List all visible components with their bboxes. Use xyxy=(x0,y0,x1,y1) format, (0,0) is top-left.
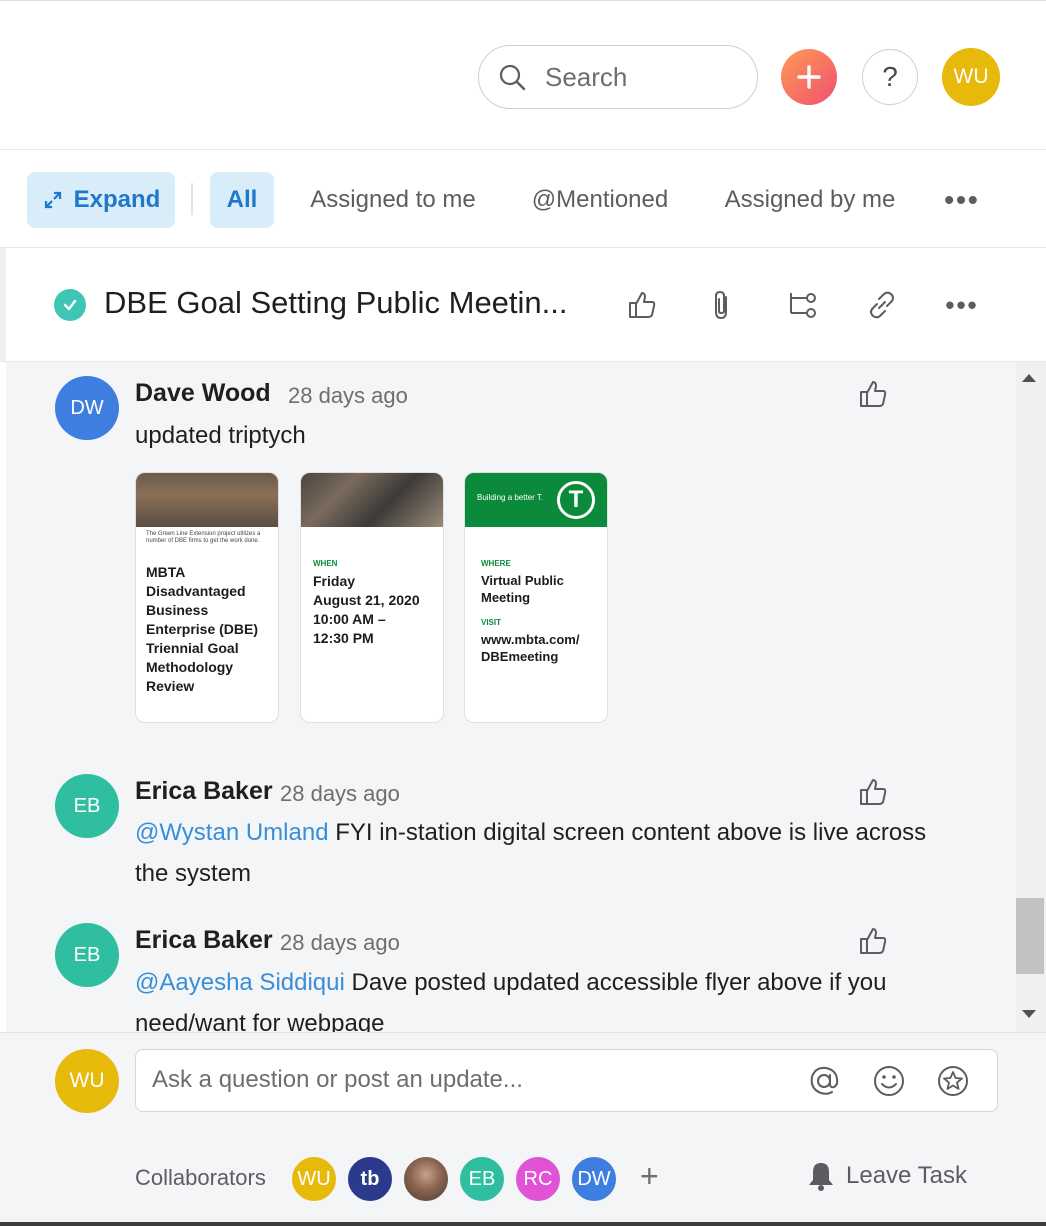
star-badge-icon[interactable] xyxy=(935,1063,971,1099)
like-comment-icon[interactable] xyxy=(855,923,891,959)
where-line: Virtual Public xyxy=(481,573,564,588)
collaborator-initials: EB xyxy=(468,1167,496,1190)
link-icon[interactable] xyxy=(862,285,902,325)
avatar[interactable]: EB xyxy=(55,774,119,838)
divider xyxy=(191,183,193,215)
card-heading-line: MBTA xyxy=(146,564,186,580)
scroll-down-arrow-icon[interactable] xyxy=(1022,1010,1036,1018)
comment-author[interactable]: Erica Baker xyxy=(135,926,273,955)
mention-at-icon[interactable] xyxy=(806,1063,842,1099)
visit-line: www.mbta.com/ xyxy=(481,632,580,647)
like-comment-icon[interactable] xyxy=(855,376,891,412)
help-icon: ? xyxy=(882,61,898,92)
when-line: August 21, 2020 xyxy=(313,592,420,608)
avatar-initials: EB xyxy=(73,794,101,817)
comment-text: updated triptych xyxy=(135,422,306,449)
comment-time: 28 days ago xyxy=(280,930,400,955)
tab-assigned-to-me[interactable]: Assigned to me xyxy=(296,172,490,228)
create-button[interactable] xyxy=(781,49,837,105)
expand-icon xyxy=(44,191,61,209)
mention-link[interactable]: @Aayesha Siddiqui xyxy=(135,969,345,996)
collaborator-photo-avatar[interactable] xyxy=(402,1155,450,1203)
where-label: WHERE xyxy=(481,559,511,568)
visit-label: VISIT xyxy=(481,618,502,627)
attachment-icon[interactable] xyxy=(702,285,742,325)
comment-input-placeholder: Ask a question or post an update... xyxy=(152,1066,523,1093)
where-line: Meeting xyxy=(481,590,531,605)
collaborator-avatar[interactable]: RC xyxy=(514,1155,562,1203)
like-task-icon[interactable] xyxy=(622,285,662,325)
mention-link[interactable]: @Wystan Umland xyxy=(135,819,329,846)
expand-label: Expand xyxy=(73,186,161,213)
tab-assigned-by-me[interactable]: Assigned by me xyxy=(710,172,910,228)
collaborator-avatar[interactable]: DW xyxy=(570,1155,618,1203)
collaborator-initials: RC xyxy=(523,1167,553,1190)
when-line: 10:00 AM – xyxy=(313,611,386,627)
task-more-button[interactable]: ••• xyxy=(940,285,984,325)
attachment-thumbnail[interactable]: The Green Line Extension project utilize… xyxy=(135,472,279,723)
search-placeholder: Search xyxy=(545,61,628,92)
user-avatar[interactable]: WU xyxy=(942,48,1000,106)
like-comment-icon[interactable] xyxy=(855,774,891,810)
avatar-initials: EB xyxy=(73,943,101,966)
construction-photo xyxy=(136,473,278,527)
when-line: 12:30 PM xyxy=(313,630,374,646)
mbta-banner: Building a better T. T xyxy=(465,473,607,527)
collaborators-label: Collaborators xyxy=(135,1165,266,1190)
mbta-logo: T xyxy=(557,481,595,519)
avatar[interactable]: EB xyxy=(55,923,119,987)
collaborator-initials: tb xyxy=(360,1167,380,1190)
collaborator-initials: WU xyxy=(297,1167,331,1190)
scroll-up-arrow-icon[interactable] xyxy=(1022,374,1036,382)
avatar[interactable]: DW xyxy=(55,376,119,440)
completed-check-icon[interactable] xyxy=(54,289,86,321)
tab-all[interactable]: All xyxy=(210,172,274,228)
window-bottom-border xyxy=(0,1222,1046,1226)
filter-more-button[interactable]: ••• xyxy=(932,172,992,228)
emoji-icon[interactable] xyxy=(871,1063,907,1099)
task-title[interactable]: DBE Goal Setting Public Meetin... xyxy=(104,285,568,321)
leave-task-button[interactable]: Leave Task xyxy=(806,1160,967,1192)
comment-time: 28 days ago xyxy=(288,383,408,408)
banner-text: Building a better T. xyxy=(477,493,544,502)
my-avatar: WU xyxy=(55,1049,119,1113)
when-label: WHEN xyxy=(313,559,338,568)
filter-bar: Expand All Assigned to me @Mentioned Ass… xyxy=(0,150,1046,248)
search-input[interactable]: Search xyxy=(478,45,758,109)
comment-author[interactable]: Dave Wood xyxy=(135,379,271,408)
user-avatar-initials: WU xyxy=(953,65,989,88)
card-heading-line: Triennial Goal xyxy=(146,640,239,656)
attachment-thumbnail[interactable]: WHEN Friday August 21, 2020 10:00 AM – 1… xyxy=(300,472,444,723)
comment-author[interactable]: Erica Baker xyxy=(135,777,273,806)
plus-icon xyxy=(797,65,821,89)
construction-photo xyxy=(301,473,443,527)
attachment-thumbnail[interactable]: Building a better T. T WHERE Virtual Pub… xyxy=(464,472,608,723)
card-heading-line: Business xyxy=(146,602,209,618)
collaborator-avatar[interactable]: tb xyxy=(346,1155,394,1203)
when-line: Friday xyxy=(313,573,356,589)
add-collaborator-button[interactable]: + xyxy=(640,1158,659,1195)
leave-task-label: Leave Task xyxy=(846,1162,967,1189)
card-caption: The Green Line Extension project utilize… xyxy=(146,531,261,544)
scrollbar-thumb[interactable] xyxy=(1016,898,1044,974)
visit-line: DBEmeeting xyxy=(481,649,559,664)
expand-button[interactable]: Expand xyxy=(27,172,175,228)
bell-icon xyxy=(809,1163,833,1191)
comment-text: @Aayesha Siddiqui Dave posted updated ac… xyxy=(135,962,935,1032)
collaborator-avatar[interactable]: WU xyxy=(290,1155,338,1203)
search-icon xyxy=(497,62,527,92)
subtask-icon[interactable] xyxy=(782,285,822,325)
my-avatar-initials: WU xyxy=(69,1069,105,1092)
collaborator-avatar[interactable]: EB xyxy=(458,1155,506,1203)
collaborator-initials: DW xyxy=(577,1167,611,1190)
card-heading-line: Methodology xyxy=(146,659,234,675)
comment-text: @Wystan Umland FYI in-station digital sc… xyxy=(135,812,935,894)
card-heading-line: Disadvantaged xyxy=(146,583,246,599)
tab-mentioned[interactable]: @Mentioned xyxy=(516,172,684,228)
card-heading-line: Enterprise (DBE) xyxy=(146,621,259,637)
card-heading-line: Review xyxy=(146,678,195,694)
comment-time: 28 days ago xyxy=(280,781,400,806)
avatar-initials: DW xyxy=(70,396,104,419)
help-button[interactable]: ? xyxy=(862,49,918,105)
